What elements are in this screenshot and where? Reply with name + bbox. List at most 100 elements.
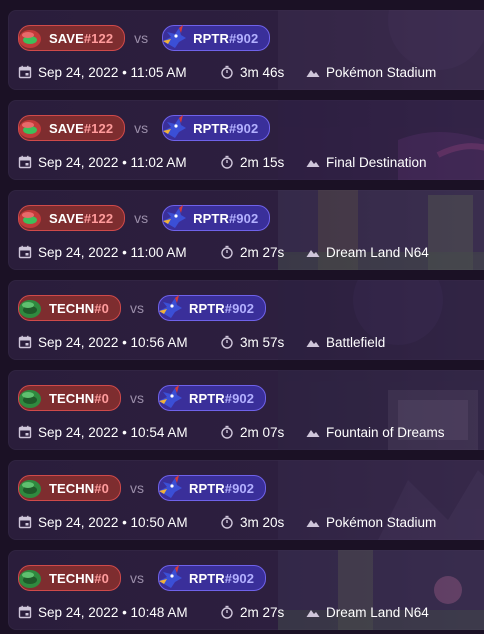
- player1-badge[interactable]: TECHN #0: [18, 565, 121, 591]
- match-card[interactable]: TECHN #0 vs RPTR #902 Sep 24, 2022 • 10:54…: [8, 370, 484, 450]
- stage-name: Final Destination: [326, 154, 427, 170]
- samus-icon: [19, 210, 41, 228]
- falco-icon: [163, 115, 187, 138]
- player2-badge[interactable]: RPTR #902: [162, 205, 271, 231]
- player1-name: TECHN: [49, 300, 95, 316]
- match-card[interactable]: SAVE #122 vs RPTR #902 Sep 24, 2022 • 11:0…: [8, 190, 484, 270]
- player2-name: RPTR: [188, 480, 225, 496]
- player1-tag: #122: [83, 210, 114, 226]
- stopwatch-icon: [221, 65, 233, 79]
- player1-badge[interactable]: TECHN #0: [18, 475, 121, 501]
- player1-badge[interactable]: SAVE #122: [18, 205, 126, 231]
- player1-name: TECHN: [49, 480, 95, 496]
- match-date: Sep 24, 2022 • 11:05 AM: [38, 64, 187, 80]
- match-date: Sep 24, 2022 • 10:54 AM: [38, 424, 188, 440]
- player1-tag: #122: [83, 30, 114, 46]
- player2-badge[interactable]: RPTR #902: [157, 475, 267, 501]
- match-duration: 3m 46s: [240, 64, 285, 80]
- player2-name: RPTR: [188, 570, 225, 586]
- match-card[interactable]: TECHN #0 vs RPTR #902 Sep 24, 2022 • 10:48…: [8, 550, 484, 630]
- calendar-icon: [18, 65, 32, 79]
- player2-badge[interactable]: RPTR #902: [157, 385, 267, 411]
- samus-green-icon: [19, 300, 41, 318]
- vs-label: vs: [134, 210, 149, 226]
- player2-name: RPTR: [193, 30, 229, 46]
- falco-icon: [158, 475, 182, 498]
- match-date: Sep 24, 2022 • 10:48 AM: [38, 604, 188, 620]
- vs-label: vs: [134, 120, 149, 136]
- stage-name: Fountain of Dreams: [326, 424, 445, 440]
- falco-icon: [163, 205, 187, 228]
- stage-name: Pokémon Stadium: [326, 64, 437, 80]
- match-date: Sep 24, 2022 • 10:50 AM: [38, 514, 188, 530]
- falco-icon: [163, 25, 187, 48]
- match-card[interactable]: SAVE #122 vs RPTR #902 Sep 24, 2022 • 11:0…: [8, 100, 484, 180]
- player1-badge[interactable]: TECHN #0: [18, 295, 121, 321]
- stage-name: Battlefield: [326, 334, 386, 350]
- match-duration: 3m 57s: [240, 334, 285, 350]
- match-duration: 2m 27s: [240, 244, 285, 260]
- player2-tag: #902: [224, 390, 255, 406]
- player1-name: SAVE: [49, 210, 84, 226]
- mountain-icon: [306, 520, 320, 527]
- match-card[interactable]: SAVE #122 vs RPTR #902 Sep 24, 2022 • 11:0…: [8, 10, 484, 90]
- calendar-icon: [18, 245, 32, 259]
- player2-tag: #902: [228, 210, 259, 226]
- falco-icon: [158, 295, 182, 318]
- player2-badge[interactable]: RPTR #902: [157, 295, 267, 321]
- player1-name: SAVE: [49, 120, 84, 136]
- calendar-icon: [18, 515, 32, 529]
- player2-badge[interactable]: RPTR #902: [162, 115, 271, 141]
- mountain-icon: [306, 610, 320, 617]
- calendar-icon: [18, 335, 32, 349]
- vs-label: vs: [129, 300, 144, 316]
- player1-badge[interactable]: SAVE #122: [18, 115, 126, 141]
- player1-name: TECHN: [49, 390, 95, 406]
- samus-green-icon: [19, 480, 41, 498]
- mountain-icon: [306, 430, 320, 437]
- mountain-icon: [306, 340, 320, 347]
- match-date: Sep 24, 2022 • 11:00 AM: [38, 244, 187, 260]
- vs-label: vs: [134, 30, 149, 46]
- stage-name: Dream Land N64: [326, 604, 429, 620]
- player1-name: SAVE: [49, 30, 84, 46]
- stage-name: Dream Land N64: [326, 244, 429, 260]
- player2-tag: #902: [228, 120, 259, 136]
- player1-tag: #122: [83, 120, 114, 136]
- player1-tag: #0: [94, 390, 109, 406]
- player2-badge[interactable]: RPTR #902: [162, 25, 271, 51]
- stopwatch-icon: [221, 155, 233, 169]
- match-card[interactable]: TECHN #0 vs RPTR #902 Sep 24, 2022 • 10:50…: [8, 460, 484, 540]
- falco-icon: [158, 565, 182, 588]
- player2-name: RPTR: [193, 210, 229, 226]
- stopwatch-icon: [221, 245, 233, 259]
- player2-name: RPTR: [188, 390, 225, 406]
- stage-name: Pokémon Stadium: [326, 514, 437, 530]
- player2-tag: #902: [228, 30, 259, 46]
- vs-label: vs: [129, 570, 144, 586]
- match-date: Sep 24, 2022 • 10:56 AM: [38, 334, 188, 350]
- player2-badge[interactable]: RPTR #902: [157, 565, 267, 591]
- samus-green-icon: [19, 390, 41, 408]
- player1-tag: #0: [94, 480, 109, 496]
- vs-label: vs: [129, 390, 144, 406]
- match-duration: 2m 27s: [240, 604, 285, 620]
- player1-tag: #0: [94, 300, 109, 316]
- player1-badge[interactable]: SAVE #122: [18, 25, 126, 51]
- calendar-icon: [18, 155, 32, 169]
- stopwatch-icon: [221, 605, 233, 619]
- mountain-icon: [306, 160, 320, 167]
- samus-icon: [19, 120, 41, 138]
- calendar-icon: [18, 425, 32, 439]
- player2-tag: #902: [224, 570, 255, 586]
- stopwatch-icon: [221, 425, 233, 439]
- match-card[interactable]: TECHN #0 vs RPTR #902 Sep 24, 2022 • 10:56…: [8, 280, 484, 360]
- player1-tag: #0: [94, 570, 109, 586]
- samus-green-icon: [19, 570, 41, 588]
- player1-badge[interactable]: TECHN #0: [18, 385, 121, 411]
- player2-name: RPTR: [193, 120, 229, 136]
- stopwatch-icon: [221, 515, 233, 529]
- stopwatch-icon: [221, 335, 233, 349]
- match-duration: 2m 15s: [240, 154, 285, 170]
- match-duration: 3m 20s: [240, 514, 285, 530]
